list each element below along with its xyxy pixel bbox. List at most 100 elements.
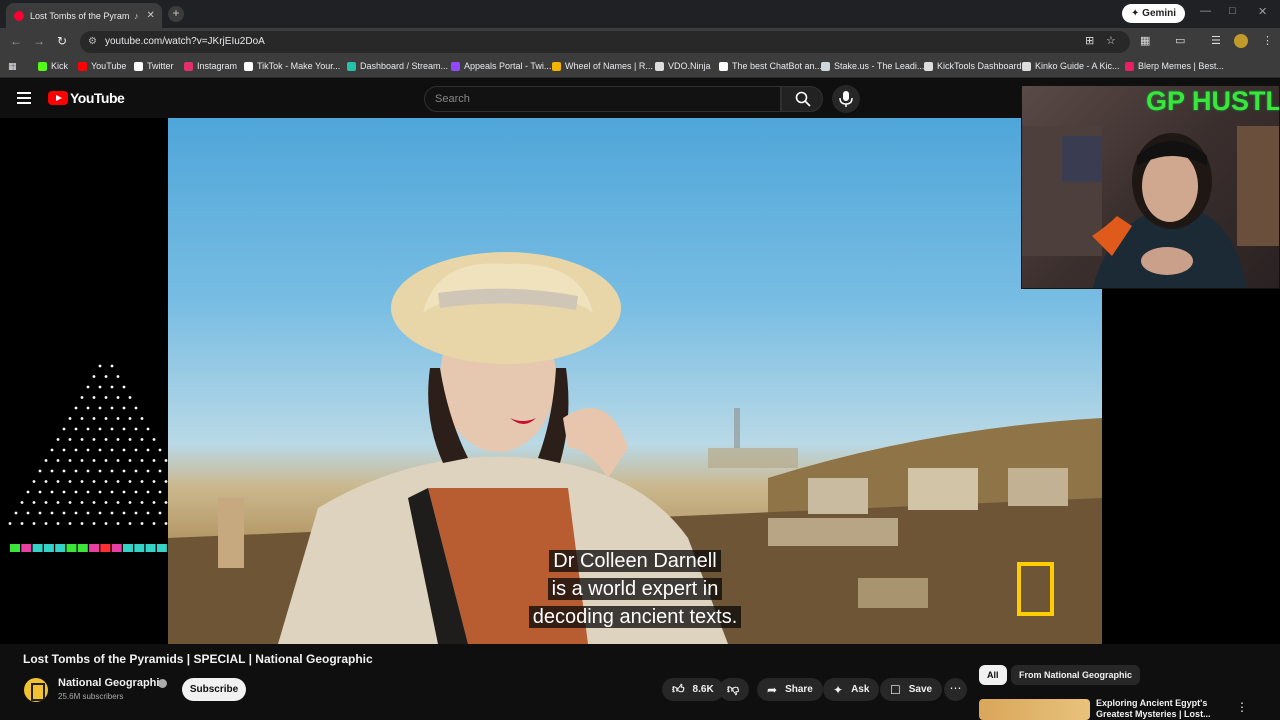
recommended-thumbnail[interactable] — [979, 699, 1090, 720]
recommended-title[interactable]: Exploring Ancient Egypt's Greatest Myste… — [1096, 698, 1236, 720]
bookmark-item[interactable]: Dashboard / Stream... — [347, 61, 448, 71]
search-input[interactable]: Search — [424, 86, 781, 112]
overlay-dot — [50, 469, 54, 473]
overlay-dot — [116, 438, 120, 441]
save-button[interactable]: ☐ Save — [880, 678, 943, 701]
search-button[interactable] — [781, 86, 823, 112]
channel-avatar[interactable] — [24, 678, 48, 702]
overlay-dot — [44, 480, 48, 483]
overlay-dot — [110, 385, 114, 389]
url-text[interactable]: youtube.com/watch?v=JKrjEIu2DoA — [105, 36, 265, 47]
overlay-dot — [146, 490, 150, 494]
speaker-icon[interactable]: ♪ — [134, 11, 139, 21]
cast-icon[interactable]: ▭ — [1175, 34, 1185, 47]
close-window-icon[interactable]: ✕ — [1258, 5, 1267, 18]
bookmark-item[interactable]: Kick — [38, 61, 68, 71]
back-icon[interactable]: ← — [10, 34, 22, 48]
bookmark-favicon-icon — [134, 61, 143, 71]
overlay-dot — [98, 364, 102, 368]
browser-tab[interactable]: Lost Tombs of the Pyramids ♪ ✕ — [6, 3, 162, 28]
menu-dots-icon[interactable]: ⋮ — [1262, 34, 1273, 47]
bookmark-label: Blerp Memes | Best... — [1138, 61, 1224, 71]
bookmark-item[interactable]: Instagram — [184, 61, 237, 71]
overlay-dot — [128, 459, 132, 462]
overlay-dot — [98, 490, 102, 494]
profile-avatar[interactable] — [1234, 34, 1248, 48]
overlay-dot — [122, 385, 126, 389]
chip-all[interactable]: All — [979, 665, 1007, 685]
overlay-dot — [92, 396, 96, 399]
bookmark-item[interactable]: KickTools Dashboard — [924, 61, 1022, 71]
bookmark-item[interactable]: YouTube — [78, 61, 126, 71]
hamburger-menu-icon[interactable] — [17, 92, 31, 104]
bookmark-item[interactable]: VDO.Ninja — [655, 61, 711, 71]
bookmark-item[interactable]: Wheel of Names | R... — [552, 61, 653, 71]
recommended-menu-icon[interactable]: ⋮ — [1236, 700, 1248, 714]
overlay-dot — [92, 522, 96, 525]
bookmark-item[interactable]: Stake.us - The Leadi... — [821, 61, 924, 71]
youtube-logo-icon[interactable] — [48, 91, 68, 105]
site-info-icon[interactable]: ⚙ — [88, 36, 97, 47]
more-actions-button[interactable]: ⋯ — [944, 678, 967, 701]
voice-search-button[interactable] — [832, 85, 860, 113]
overlay-dot — [74, 427, 78, 431]
chip-from-channel[interactable]: From National Geographic — [1011, 665, 1141, 685]
overlay-dot — [104, 501, 108, 504]
overlay-dot — [110, 364, 114, 368]
overlay-dot — [152, 438, 156, 441]
overlay-dot — [44, 522, 48, 525]
subscribe-button[interactable]: Subscribe — [182, 678, 246, 701]
bookmark-label: KickTools Dashboard — [937, 61, 1022, 71]
new-tab-button[interactable]: + — [168, 6, 184, 22]
bookmark-item[interactable]: Kinko Guide - A Kic... — [1022, 61, 1120, 71]
bookmark-item[interactable]: Blerp Memes | Best... — [1125, 61, 1224, 71]
close-tab-icon[interactable]: ✕ — [147, 10, 155, 21]
overlay-slot — [32, 544, 43, 552]
overlay-dot — [116, 501, 120, 504]
sparkle-icon: ✦ — [833, 682, 844, 697]
bookmark-icon: ☐ — [890, 682, 901, 697]
overlay-dot — [104, 375, 108, 378]
overlay-dot — [116, 480, 120, 483]
reload-icon[interactable]: ↻ — [57, 34, 67, 48]
minimize-icon[interactable]: — — [1200, 5, 1211, 17]
overlay-dot — [110, 406, 114, 410]
bookmark-favicon-icon — [924, 61, 933, 71]
bookmark-favicon-icon — [719, 61, 728, 71]
share-button[interactable]: ➦ Share — [757, 678, 823, 701]
overlay-dot — [80, 438, 84, 441]
video-player[interactable]: Dr Colleen Darnell is a world expert in … — [168, 118, 1102, 644]
youtube-wordmark[interactable]: YouTube — [70, 90, 125, 106]
overlay-dot — [74, 511, 78, 515]
extensions-icon[interactable]: ▦ — [1140, 34, 1150, 47]
bookmark-item[interactable]: Appeals Portal - Twi... — [451, 61, 551, 71]
overlay-dot — [32, 501, 36, 504]
overlay-dot — [38, 469, 42, 473]
media-controls-icon[interactable]: ☰ — [1211, 34, 1221, 47]
overlay-dot — [116, 417, 120, 420]
bookmark-favicon-icon — [78, 61, 87, 71]
address-bar[interactable]: ⚙ youtube.com/watch?v=JKrjEIu2DoA — [80, 31, 1130, 53]
overlay-dot — [104, 417, 108, 420]
forward-icon[interactable]: → — [33, 34, 45, 48]
overlay-dot — [146, 469, 150, 473]
overlay-dot — [122, 490, 126, 494]
overlay-dot — [80, 417, 84, 420]
bookmark-favicon-icon — [655, 61, 664, 71]
bookmark-star-icon[interactable]: ☆ — [1106, 34, 1116, 47]
overlay-dot — [122, 406, 126, 410]
search-placeholder: Search — [435, 93, 470, 105]
apps-grid-icon[interactable]: ▦ — [8, 61, 17, 72]
install-app-icon[interactable]: ⊞ — [1085, 34, 1094, 47]
channel-name[interactable]: National Geographic — [58, 677, 166, 689]
ask-button[interactable]: ✦ Ask — [823, 678, 880, 701]
maximize-icon[interactable]: □ — [1229, 5, 1236, 17]
overlay-dot — [116, 459, 120, 462]
bookmark-item[interactable]: The best ChatBot an... — [719, 61, 822, 71]
bookmark-item[interactable]: Twitter — [134, 61, 174, 71]
like-button[interactable]: 👍︎ 8.6K — [662, 678, 724, 701]
bookmark-item[interactable]: TikTok - Make Your... — [244, 61, 340, 71]
overlay-dot — [110, 448, 114, 452]
gemini-button[interactable]: ✦ Gemini — [1122, 4, 1186, 23]
dislike-button[interactable]: 👎︎ — [719, 678, 749, 701]
